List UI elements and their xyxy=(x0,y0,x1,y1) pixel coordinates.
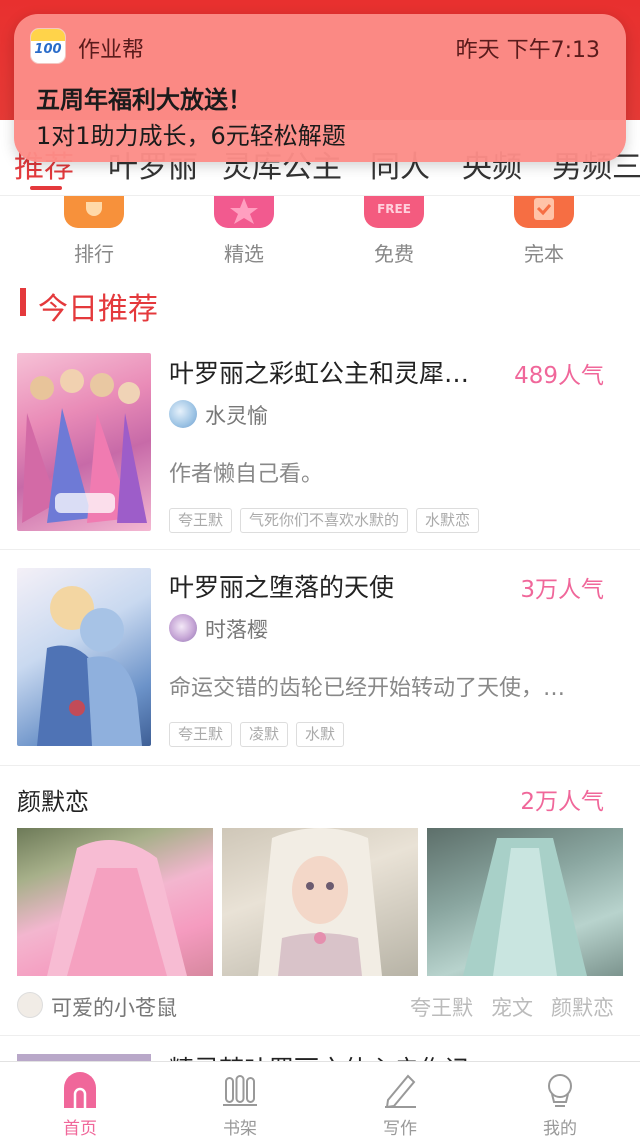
nav-label: 书架 xyxy=(223,1119,257,1139)
book-card[interactable]: 叶罗丽之堕落的天使 3万人气 时落樱 命运交错的齿轮已经开始转动了天使，… 夸王… xyxy=(0,550,640,766)
avatar xyxy=(169,614,197,642)
book-tags: 夸王默 气死你们不喜欢水默的 水默恋 xyxy=(169,508,487,534)
post-popularity: 2万人气 xyxy=(520,789,604,815)
avatar xyxy=(169,400,197,428)
book-description: 作者懒自己看。 xyxy=(169,462,324,487)
post-image[interactable] xyxy=(17,828,213,976)
nav-label: 首页 xyxy=(63,1119,97,1139)
next-book-card[interactable]: 精灵梦叶罗丽之仙心启作记 xyxy=(0,1036,640,1064)
nav-home[interactable]: 首页 xyxy=(0,1062,160,1139)
check-icon xyxy=(514,196,574,228)
author-name: 时落樱 xyxy=(205,618,268,642)
notification-body: 1对1助力成长，6元轻松解题 xyxy=(36,122,346,150)
pen-icon xyxy=(382,1072,418,1109)
author-name: 水灵愉 xyxy=(205,404,268,428)
quick-entry-label: 排行 xyxy=(74,242,114,266)
tag[interactable]: 夸王默 xyxy=(410,996,473,1020)
book-cover xyxy=(17,568,151,746)
active-tab-indicator xyxy=(30,186,62,190)
tag[interactable]: 夸王默 xyxy=(169,722,233,747)
section-title-text: 今日推荐 xyxy=(38,292,158,327)
avatar xyxy=(17,992,43,1018)
app-icon: 100 xyxy=(30,28,66,64)
tag[interactable]: 宠文 xyxy=(491,996,533,1020)
post-title: 颜默恋 xyxy=(17,788,89,816)
quick-entries: 排行 精选 FREE 免费 完本 xyxy=(0,196,640,274)
push-notification[interactable]: 100 作业帮 昨天 下午7:13 五周年福利大放送！ 1对1助力成长，6元轻松… xyxy=(14,14,626,162)
profile-icon xyxy=(542,1072,578,1108)
post-author-name: 可爱的小苍鼠 xyxy=(51,996,177,1020)
star-icon xyxy=(214,196,274,228)
book-cover xyxy=(17,353,151,531)
nav-label: 我的 xyxy=(543,1119,577,1139)
section-accent-bar xyxy=(20,288,26,316)
gallery-post[interactable]: 颜默恋 2万人气 可爱的小苍鼠 夸王默 宠文 颜默恋 xyxy=(0,766,640,1036)
home-icon xyxy=(62,1072,98,1108)
tag[interactable]: 凌默 xyxy=(240,722,289,747)
quick-entry-label: 精选 xyxy=(224,242,264,266)
quick-entry-label: 完本 xyxy=(524,242,564,266)
book-popularity: 489人气 xyxy=(514,363,604,389)
bottom-nav: 首页 书架 写作 我的 xyxy=(0,1061,640,1139)
quick-entry-label: 免费 xyxy=(374,242,414,266)
nav-write[interactable]: 写作 xyxy=(320,1062,480,1139)
app-screen: 推荐 叶罗丽 灵库公主 同人 央频 男频三 100 作业帮 昨天 下午7:13 … xyxy=(0,0,640,1139)
nav-label: 写作 xyxy=(383,1119,417,1139)
app-icon-label: 100 xyxy=(34,41,62,57)
post-tags: 夸王默 宠文 颜默恋 xyxy=(392,992,614,1022)
book-tags: 夸王默 凌默 水默 xyxy=(169,722,352,748)
bookshelf-icon xyxy=(222,1072,258,1108)
book-description: 命运交错的齿轮已经开始转动了天使，… xyxy=(169,676,566,701)
book-title: 叶罗丽之彩虹公主和灵犀… xyxy=(169,359,470,388)
book-popularity: 3万人气 xyxy=(520,577,604,603)
nav-profile[interactable]: 我的 xyxy=(480,1062,640,1139)
free-badge-icon: FREE xyxy=(364,196,424,228)
tag[interactable]: 水默恋 xyxy=(416,508,480,533)
book-title: 叶罗丽之堕落的天使 xyxy=(169,573,395,602)
nav-bookshelf[interactable]: 书架 xyxy=(160,1062,320,1139)
tag[interactable]: 气死你们不喜欢水默的 xyxy=(240,508,409,533)
tag[interactable]: 水默 xyxy=(296,722,345,747)
post-image[interactable] xyxy=(222,828,418,976)
book-card[interactable]: 叶罗丽之彩虹公主和灵犀… 489人气 水灵愉 作者懒自己看。 夸王默 气死你们不喜… xyxy=(0,336,640,550)
tag[interactable]: 颜默恋 xyxy=(551,996,614,1020)
notification-app-name: 作业帮 xyxy=(78,38,145,63)
tag[interactable]: 夸王默 xyxy=(169,508,233,533)
notification-title: 五周年福利大放送！ xyxy=(36,86,252,114)
trophy-icon xyxy=(64,196,124,228)
notification-time: 昨天 下午7:13 xyxy=(455,38,600,63)
post-image[interactable] xyxy=(427,828,623,976)
